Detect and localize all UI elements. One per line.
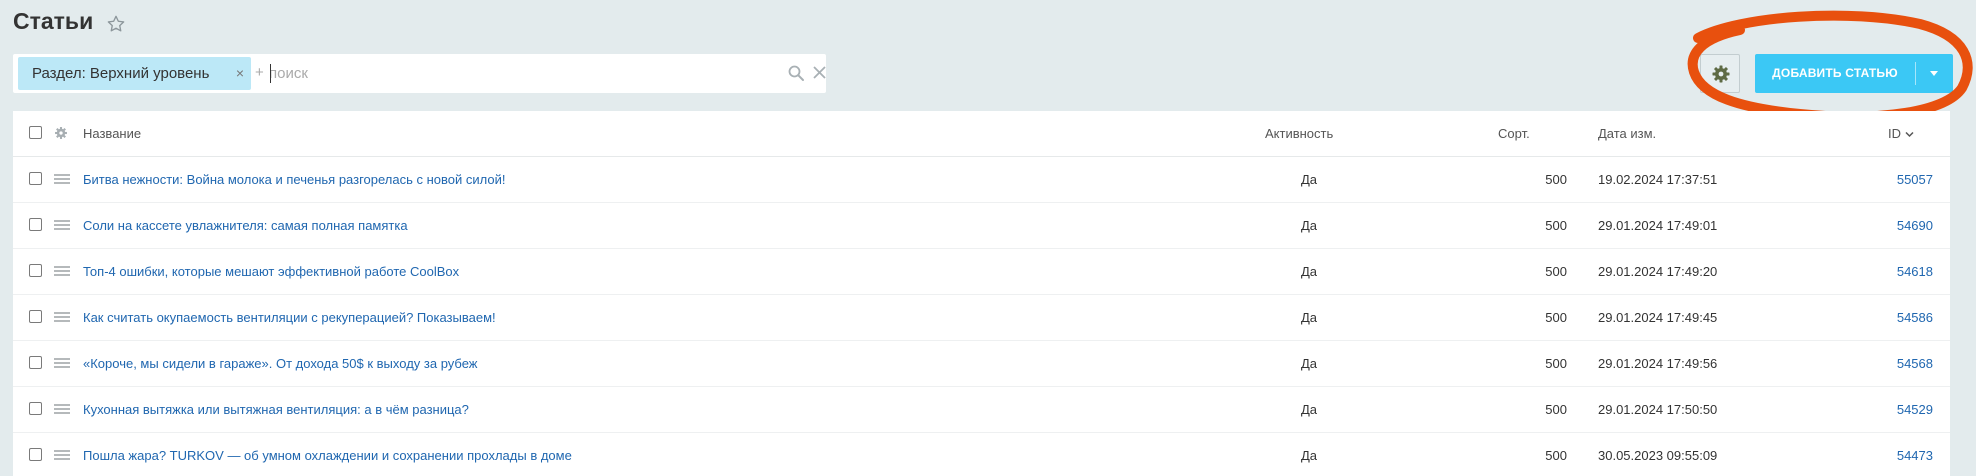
- cell-date: 29.01.2024 17:49:45: [1598, 310, 1718, 325]
- column-header-date[interactable]: Дата изм.: [1598, 126, 1656, 141]
- article-title-link[interactable]: Соли на кассете увлажнителя: самая полна…: [83, 218, 408, 233]
- cell-date: 29.01.2024 17:49:56: [1598, 356, 1718, 371]
- add-article-dropdown-button[interactable]: [1916, 54, 1953, 93]
- cell-id-link[interactable]: 54473: [1897, 448, 1933, 463]
- chevron-down-icon: [1905, 131, 1914, 138]
- column-header-id-label: ID: [1888, 126, 1901, 141]
- gear-icon: [1712, 65, 1730, 83]
- close-icon[interactable]: [812, 65, 827, 80]
- drag-handle-icon[interactable]: [54, 266, 70, 276]
- article-title-link[interactable]: Пошла жара? TURKOV — об умном охлаждении…: [83, 448, 572, 463]
- text-caret: [270, 64, 271, 83]
- cell-id-link[interactable]: 54618: [1897, 264, 1933, 279]
- drag-handle-icon[interactable]: [54, 312, 70, 322]
- drag-handle-icon[interactable]: [54, 358, 70, 368]
- cell-active: Да: [1300, 264, 1318, 279]
- table-row: Топ-4 ошибки, которые мешают эффективной…: [13, 249, 1950, 295]
- column-header-active[interactable]: Активность: [1265, 126, 1333, 141]
- table-row: Битва нежности: Война молока и печенья р…: [13, 157, 1950, 203]
- gear-icon[interactable]: [54, 126, 68, 140]
- cell-sort: 500: [1545, 172, 1567, 187]
- filter-add-icon[interactable]: +: [255, 64, 264, 81]
- cell-active: Да: [1300, 448, 1318, 463]
- filter-bar[interactable]: Раздел: Верхний уровень × +: [13, 54, 826, 93]
- cell-date: 29.01.2024 17:49:20: [1598, 264, 1718, 279]
- article-title-link[interactable]: «Короче, мы сидели в гараже». От дохода …: [83, 356, 478, 371]
- row-checkbox[interactable]: [29, 172, 42, 185]
- cell-sort: 500: [1545, 310, 1567, 325]
- table-row: Кухонная вытяжка или вытяжная вентиляция…: [13, 387, 1950, 433]
- column-header-sort[interactable]: Сорт.: [1498, 126, 1530, 141]
- table-row: Как считать окупаемость вентиляции с рек…: [13, 295, 1950, 341]
- cell-sort: 500: [1545, 218, 1567, 233]
- cell-sort: 500: [1545, 356, 1567, 371]
- add-article-button-label: ДОБАВИТЬ СТАТЬЮ: [1772, 66, 1898, 80]
- cell-active: Да: [1300, 356, 1318, 371]
- cell-active: Да: [1300, 172, 1318, 187]
- cell-date: 29.01.2024 17:50:50: [1598, 402, 1718, 417]
- articles-table: Название Активность Сорт. Дата изм. ID Б…: [13, 111, 1950, 476]
- row-checkbox[interactable]: [29, 218, 42, 231]
- row-checkbox[interactable]: [29, 264, 42, 277]
- filter-tag-close-icon[interactable]: ×: [233, 57, 247, 90]
- article-title-link[interactable]: Топ-4 ошибки, которые мешают эффективной…: [83, 264, 459, 279]
- cell-date: 19.02.2024 17:37:51: [1598, 172, 1718, 187]
- row-checkbox[interactable]: [29, 448, 42, 461]
- article-title-link[interactable]: Кухонная вытяжка или вытяжная вентиляция…: [83, 402, 469, 417]
- cell-id-link[interactable]: 54568: [1897, 356, 1933, 371]
- star-icon[interactable]: [106, 14, 126, 34]
- cell-id-link[interactable]: 54529: [1897, 402, 1933, 417]
- table-row: Пошла жара? TURKOV — об умном охлаждении…: [13, 433, 1950, 476]
- select-all-checkbox[interactable]: [29, 126, 42, 139]
- cell-id-link[interactable]: 55057: [1897, 172, 1933, 187]
- page-title: Статьи: [13, 8, 94, 34]
- filter-tag[interactable]: Раздел: Верхний уровень ×: [18, 57, 251, 90]
- drag-handle-icon[interactable]: [54, 404, 70, 414]
- row-checkbox[interactable]: [29, 310, 42, 323]
- cell-active: Да: [1300, 218, 1318, 233]
- column-header-id[interactable]: ID: [1888, 126, 1914, 141]
- article-title-link[interactable]: Как считать окупаемость вентиляции с рек…: [83, 310, 496, 325]
- cell-sort: 500: [1545, 264, 1567, 279]
- row-checkbox[interactable]: [29, 356, 42, 369]
- cell-sort: 500: [1545, 402, 1567, 417]
- search-icon[interactable]: [787, 64, 805, 82]
- search-input[interactable]: [269, 60, 769, 87]
- drag-handle-icon[interactable]: [54, 220, 70, 230]
- cell-date: 29.01.2024 17:49:01: [1598, 218, 1718, 233]
- cell-id-link[interactable]: 54586: [1897, 310, 1933, 325]
- cell-id-link[interactable]: 54690: [1897, 218, 1933, 233]
- settings-button[interactable]: [1700, 54, 1740, 93]
- table-row: Соли на кассете увлажнителя: самая полна…: [13, 203, 1950, 249]
- row-checkbox[interactable]: [29, 402, 42, 415]
- cell-active: Да: [1300, 310, 1318, 325]
- column-header-name[interactable]: Название: [83, 126, 141, 141]
- drag-handle-icon[interactable]: [54, 450, 70, 460]
- cell-sort: 500: [1545, 448, 1567, 463]
- article-title-link[interactable]: Битва нежности: Война молока и печенья р…: [83, 172, 506, 187]
- table-header: Название Активность Сорт. Дата изм. ID: [13, 111, 1950, 157]
- cell-date: 30.05.2023 09:55:09: [1598, 448, 1718, 463]
- add-article-button[interactable]: ДОБАВИТЬ СТАТЬЮ: [1755, 54, 1953, 93]
- cell-active: Да: [1300, 402, 1318, 417]
- drag-handle-icon[interactable]: [54, 174, 70, 184]
- filter-tag-label: Раздел: Верхний уровень: [32, 65, 210, 82]
- table-row: «Короче, мы сидели в гараже». От дохода …: [13, 341, 1950, 387]
